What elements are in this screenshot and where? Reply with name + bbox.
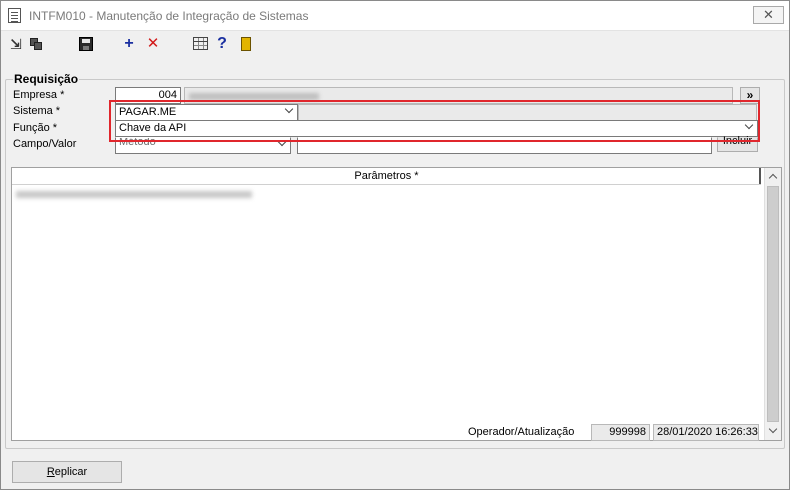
requisicao-legend: Requisição: [13, 72, 80, 86]
help-icon[interactable]: ?: [213, 35, 231, 53]
parametros-header: Parâmetros *: [12, 168, 761, 185]
sistema-label: Sistema *: [13, 105, 61, 117]
main-window: INTFM010 - Manutenção de Integração de S…: [0, 0, 790, 490]
atualizacao-field: 28/01/2020 16:26:33: [653, 424, 759, 441]
calendar-grid-icon[interactable]: [193, 37, 208, 50]
campo-value: Método: [119, 137, 156, 148]
document-icon: [8, 8, 21, 23]
funcao-select[interactable]: Chave da API: [115, 120, 758, 137]
arrow-icon[interactable]: ⇲: [7, 35, 25, 53]
toolbar: ⇲ + ✕ ?: [1, 32, 789, 56]
empresa-more-button[interactable]: »: [740, 87, 760, 104]
parametros-panel[interactable]: Parâmetros *: [11, 167, 782, 441]
operador-atualizacao-label: Operador/Atualização: [468, 426, 575, 438]
scroll-down-icon[interactable]: [769, 426, 777, 434]
sistema-select[interactable]: PAGAR.ME: [115, 104, 298, 121]
save-icon[interactable]: [79, 37, 93, 51]
title-bar: INTFM010 - Manutenção de Integração de S…: [1, 1, 789, 31]
incluir-label: Incluir: [722, 135, 753, 147]
exit-door-icon[interactable]: [241, 37, 251, 51]
funcao-label: Função *: [13, 122, 58, 134]
campo-valor-label: Campo/Valor: [13, 138, 77, 150]
chevron-down-icon[interactable]: [745, 122, 754, 131]
replicar-mnemonic: R: [46, 466, 55, 478]
empresa-name-field: [184, 87, 733, 104]
empresa-label: Empresa *: [13, 89, 65, 101]
add-icon[interactable]: +: [120, 35, 138, 53]
scroll-up-icon[interactable]: [769, 172, 777, 180]
vertical-scrollbar[interactable]: [764, 168, 781, 440]
sistema-value: PAGAR.ME: [119, 106, 177, 118]
funcao-value: Chave da API: [119, 122, 187, 134]
incluir-button[interactable]: Incluir: [717, 135, 758, 152]
chevron-down-icon[interactable]: [278, 139, 287, 148]
window-title: INTFM010 - Manutenção de Integração de S…: [29, 9, 309, 23]
valor-input[interactable]: [297, 137, 712, 154]
redacted-text: [189, 93, 319, 100]
chevron-down-icon[interactable]: [285, 106, 294, 115]
empresa-code-input[interactable]: 004: [115, 87, 181, 104]
operador-field: 999998: [591, 424, 650, 441]
replicar-label: eplicar: [54, 466, 88, 478]
sistema-description-field: [298, 104, 757, 121]
copy-icon[interactable]: [28, 35, 46, 53]
scroll-thumb[interactable]: [767, 186, 779, 422]
close-button[interactable]: ✕: [753, 6, 784, 24]
delete-icon[interactable]: ✕: [144, 35, 162, 53]
redacted-parameter: [16, 191, 252, 198]
replicar-button[interactable]: Replicar: [12, 461, 122, 483]
campo-select[interactable]: Método: [115, 137, 291, 154]
